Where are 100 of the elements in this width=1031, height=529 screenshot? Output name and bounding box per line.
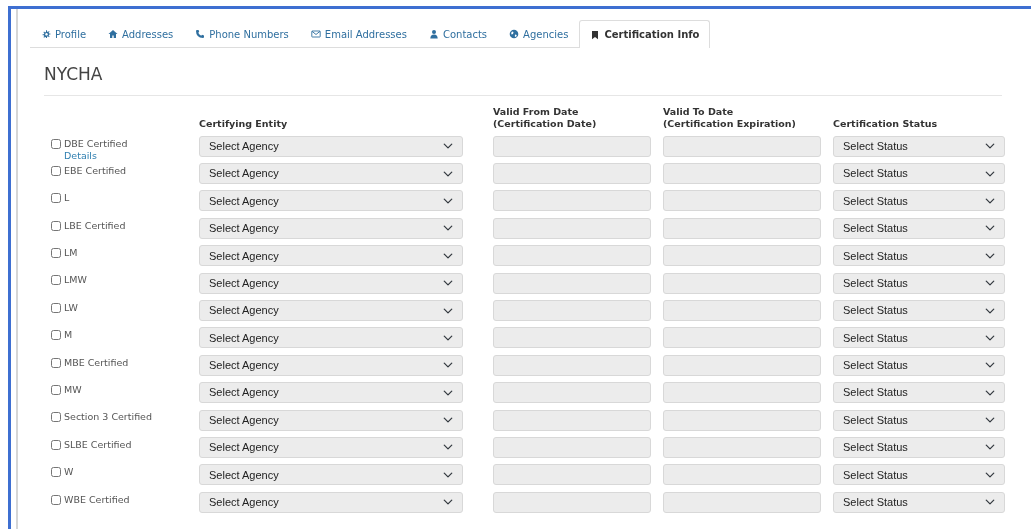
checkbox-label[interactable]: MBE Certified: [51, 356, 199, 369]
date-field[interactable]: [493, 135, 651, 157]
date-field[interactable]: [493, 409, 651, 431]
date-field[interactable]: [663, 245, 821, 267]
date-field[interactable]: [493, 354, 651, 376]
checkbox[interactable]: [51, 248, 61, 259]
status-select[interactable]: Select Status: [833, 409, 1005, 431]
tab[interactable]: Contacts: [417, 20, 499, 47]
date-field[interactable]: [493, 217, 651, 239]
date-field[interactable]: [493, 464, 651, 486]
status-select[interactable]: Select Status: [833, 354, 1005, 376]
section-title: NYCHA: [44, 62, 1002, 96]
checkbox[interactable]: [51, 220, 61, 231]
checkbox-label[interactable]: LM: [51, 247, 199, 260]
checkbox-label[interactable]: LMW: [51, 274, 199, 287]
checkbox-label[interactable]: WBE Certified: [51, 493, 199, 506]
checkbox[interactable]: [51, 412, 61, 423]
agency-select[interactable]: Select Agency: [199, 491, 463, 513]
checkbox-label[interactable]: SLBE Certified: [51, 438, 199, 451]
agency-select[interactable]: Select Agency: [199, 300, 463, 322]
date-field[interactable]: [493, 437, 651, 458]
status-select[interactable]: Select Status: [833, 272, 1005, 294]
tab[interactable]: Email Addresses: [299, 20, 418, 47]
status-select[interactable]: Select Status: [833, 300, 1005, 322]
date-field[interactable]: [663, 327, 821, 349]
checkbox-label[interactable]: EBE Certified: [51, 164, 199, 177]
status-select[interactable]: Select Status: [833, 464, 1005, 486]
checkbox[interactable]: [51, 275, 61, 286]
date-field[interactable]: [493, 491, 651, 513]
date-field[interactable]: [493, 163, 651, 185]
agency-select[interactable]: Select Agency: [199, 135, 463, 157]
checkbox-label[interactable]: L: [51, 192, 199, 205]
status-select[interactable]: Select Status: [833, 190, 1005, 212]
agency-select[interactable]: Select Agency: [199, 190, 463, 212]
agency-select[interactable]: Select Agency: [199, 382, 463, 404]
date-field[interactable]: [493, 382, 651, 404]
checkbox-label[interactable]: DBE Certified: [51, 137, 199, 150]
tab[interactable]: Certification Info: [579, 20, 711, 48]
checkbox[interactable]: [51, 467, 61, 478]
date-field[interactable]: [493, 327, 651, 349]
checkbox[interactable]: [51, 302, 61, 313]
status-select[interactable]: Select Status: [833, 217, 1005, 239]
checkbox[interactable]: [51, 138, 61, 149]
agency-select[interactable]: Select Agency: [199, 245, 463, 267]
date-field[interactable]: [663, 190, 821, 212]
agency-select[interactable]: Select Agency: [199, 327, 463, 349]
person-icon: [428, 29, 439, 39]
column-header: Valid From Date (Certification Date): [493, 105, 598, 131]
date-field[interactable]: [493, 245, 651, 267]
agency-select[interactable]: Select Agency: [199, 272, 463, 294]
date-field[interactable]: [663, 272, 821, 294]
date-field[interactable]: [663, 354, 821, 376]
checkbox[interactable]: [51, 330, 61, 341]
status-select[interactable]: Select Status: [833, 163, 1005, 185]
date-field[interactable]: [663, 217, 821, 239]
checkbox[interactable]: [51, 357, 61, 368]
status-select[interactable]: Select Status: [833, 491, 1005, 513]
status-select[interactable]: Select Status: [833, 437, 1005, 458]
checkbox[interactable]: [51, 439, 61, 450]
tab[interactable]: Agencies: [498, 20, 580, 47]
date-field[interactable]: [493, 272, 651, 294]
checkbox-label[interactable]: LW: [51, 301, 199, 314]
date-field[interactable]: [663, 135, 821, 157]
column-header: Valid To Date (Certification Expiration): [663, 105, 797, 131]
date-field[interactable]: [493, 300, 651, 322]
checkbox[interactable]: [51, 193, 61, 204]
bookmark-icon: [590, 29, 601, 40]
agency-select[interactable]: Select Agency: [199, 437, 463, 458]
checkbox-label[interactable]: MW: [51, 384, 199, 396]
date-field[interactable]: [663, 300, 821, 322]
status-select[interactable]: Select Status: [833, 327, 1005, 349]
envelope-icon: [310, 29, 321, 39]
checkbox[interactable]: [51, 165, 61, 176]
checkbox[interactable]: [51, 494, 61, 505]
status-select[interactable]: Select Status: [833, 135, 1005, 157]
date-field[interactable]: [663, 409, 821, 431]
status-select[interactable]: Select Status: [833, 245, 1005, 267]
date-field[interactable]: [663, 382, 821, 404]
checkbox-label[interactable]: M: [51, 329, 199, 342]
gear-icon: [41, 29, 51, 39]
date-field[interactable]: [663, 464, 821, 486]
agency-select[interactable]: Select Agency: [199, 464, 463, 486]
checkbox-label[interactable]: Section 3 Certified: [51, 411, 199, 424]
checkbox[interactable]: [51, 385, 61, 395]
date-field[interactable]: [663, 437, 821, 458]
date-field[interactable]: [663, 163, 821, 185]
tab[interactable]: Phone Numbers: [184, 20, 300, 47]
tab[interactable]: Profile: [30, 20, 98, 47]
column-header: Certifying Entity: [199, 117, 289, 131]
details-link[interactable]: Details: [64, 149, 199, 161]
agency-select[interactable]: Select Agency: [199, 354, 463, 376]
agency-select[interactable]: Select Agency: [199, 409, 463, 431]
date-field[interactable]: [663, 491, 821, 513]
date-field[interactable]: [493, 190, 651, 212]
agency-select[interactable]: Select Agency: [199, 163, 463, 185]
agency-select[interactable]: Select Agency: [199, 217, 463, 239]
checkbox-label[interactable]: LBE Certified: [51, 219, 199, 232]
checkbox-label[interactable]: W: [51, 466, 199, 479]
status-select[interactable]: Select Status: [833, 382, 1005, 404]
tab[interactable]: Addresses: [97, 20, 185, 47]
